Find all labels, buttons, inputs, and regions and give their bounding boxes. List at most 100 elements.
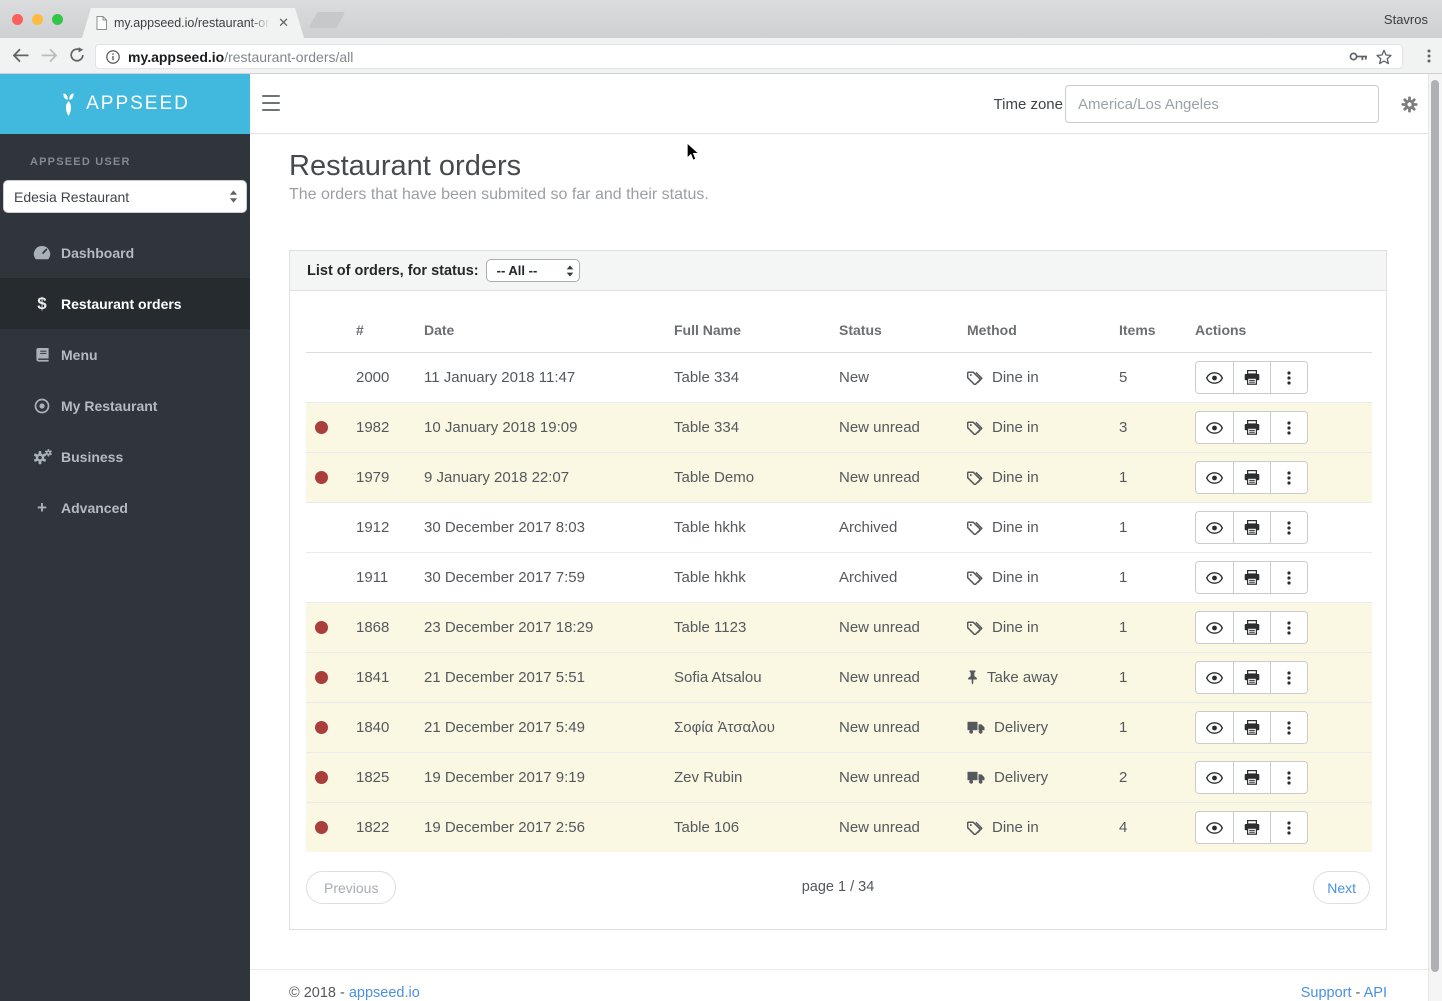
page-subtitle: The orders that have been submited so fa… (289, 186, 709, 203)
eye-icon (1206, 521, 1223, 534)
print-button[interactable] (1233, 662, 1270, 693)
next-page-button[interactable]: Next (1313, 871, 1370, 904)
order-status-cell: New unread (839, 702, 967, 753)
more-actions-button[interactable] (1270, 462, 1307, 493)
appseed-link[interactable]: appseed.io (349, 985, 420, 1001)
browser-tab[interactable]: my.appseed.io/restaurant-ord ✕ (82, 8, 304, 38)
sidebar-item-restaurant-orders[interactable]: $ Restaurant orders (0, 278, 250, 329)
more-actions-button[interactable] (1270, 812, 1307, 843)
bookmark-star-icon[interactable] (1376, 49, 1392, 65)
print-button[interactable] (1233, 512, 1270, 543)
view-button[interactable] (1196, 762, 1233, 793)
unread-dot (315, 721, 328, 734)
status-filter-select[interactable]: -- All -- (485, 259, 580, 282)
order-date-cell: 30 December 2017 7:59 (424, 552, 674, 603)
view-button[interactable] (1196, 812, 1233, 843)
print-button[interactable] (1233, 462, 1270, 493)
order-row: 1979 9 January 2018 22:07 Table Demo New un… (306, 452, 1372, 503)
restaurant-select[interactable]: Edesia Restaurant (3, 180, 247, 213)
more-actions-button[interactable] (1270, 412, 1307, 443)
sidebar-item-dashboard[interactable]: Dashboard (0, 227, 250, 278)
sidebar-item-advanced[interactable]: + Advanced (0, 482, 250, 533)
app-header: APPSEED Time zone (0, 74, 1442, 134)
timezone-label: Time zone (993, 95, 1063, 113)
print-button[interactable] (1233, 812, 1270, 843)
support-link[interactable]: Support (1301, 985, 1352, 1001)
order-name-cell: Table hkhk (674, 552, 839, 603)
order-items-cell: 4 (1119, 802, 1195, 852)
window-close-button[interactable] (12, 14, 23, 25)
order-id-cell: 1979 (346, 452, 424, 503)
window-minimize-button[interactable] (32, 14, 43, 25)
method-label: Delivery (994, 769, 1049, 786)
view-button[interactable] (1196, 612, 1233, 643)
tags-icon (967, 820, 983, 835)
more-actions-button[interactable] (1270, 512, 1307, 543)
order-status-cell: Archived (839, 552, 967, 603)
view-button[interactable] (1196, 462, 1233, 493)
more-actions-button[interactable] (1270, 562, 1307, 593)
reload-icon[interactable] (69, 47, 85, 63)
footer-divider (250, 969, 1428, 970)
truck-icon (967, 771, 985, 784)
back-icon[interactable] (12, 48, 29, 63)
kebab-icon (1287, 520, 1291, 535)
sidebar-section-label: APPSEED USER (30, 156, 131, 168)
view-button[interactable] (1196, 562, 1233, 593)
print-button[interactable] (1233, 762, 1270, 793)
method-label: Dine in (992, 569, 1039, 586)
api-link[interactable]: API (1364, 985, 1387, 1001)
url-path: /restaurant-orders/all (224, 48, 354, 65)
print-button[interactable] (1233, 562, 1270, 593)
settings-gear-icon[interactable] (1401, 95, 1418, 113)
print-button[interactable] (1233, 362, 1270, 393)
eye-icon (1206, 721, 1223, 734)
view-button[interactable] (1196, 412, 1233, 443)
order-method-cell: Dine in (967, 802, 1119, 852)
unread-dot (315, 821, 328, 834)
new-tab-button[interactable] (308, 12, 346, 28)
print-button[interactable] (1233, 612, 1270, 643)
browser-menu-icon[interactable] (1427, 49, 1431, 63)
order-method-cell: Dine in (967, 502, 1119, 553)
info-icon[interactable] (106, 49, 120, 64)
tab-close-icon[interactable]: ✕ (277, 15, 290, 31)
browser-profile-name[interactable]: Stavros (1384, 12, 1428, 27)
sidebar-toggle-icon[interactable] (262, 95, 280, 111)
order-row: 2000 11 January 2018 11:47 Table 334 New Din… (306, 353, 1372, 403)
forward-icon[interactable] (41, 48, 58, 63)
tab-title: my.appseed.io/restaurant-ord (114, 16, 271, 30)
view-button[interactable] (1196, 662, 1233, 693)
view-button[interactable] (1196, 512, 1233, 543)
printer-icon (1244, 820, 1260, 835)
more-actions-button[interactable] (1270, 612, 1307, 643)
previous-page-button[interactable]: Previous (306, 871, 397, 904)
column-header-actions: Actions (1195, 307, 1372, 353)
sidebar-item-business[interactable]: Business (0, 431, 250, 482)
column-header-dot (306, 307, 346, 353)
sidebar-item-label: My Restaurant (61, 397, 158, 414)
order-actions-cell (1195, 652, 1372, 703)
key-icon[interactable] (1349, 51, 1368, 62)
sidebar-item-label: Restaurant orders (61, 295, 182, 312)
more-actions-button[interactable] (1270, 762, 1307, 793)
more-actions-button[interactable] (1270, 662, 1307, 693)
order-actions-cell (1195, 702, 1372, 753)
order-method-cell: Dine in (967, 452, 1119, 503)
scrollbar-thumb[interactable] (1431, 80, 1439, 972)
sidebar-item-my-restaurant[interactable]: My Restaurant (0, 380, 250, 431)
method-label: Dine in (992, 519, 1039, 536)
table-header-row: # Date Full Name Status Method Items Act… (306, 307, 1372, 353)
timezone-input[interactable] (1065, 85, 1379, 123)
more-actions-button[interactable] (1270, 362, 1307, 393)
more-actions-button[interactable] (1270, 712, 1307, 743)
unread-dot-cell (306, 702, 346, 753)
actions-button-group (1195, 561, 1308, 594)
view-button[interactable] (1196, 362, 1233, 393)
window-zoom-button[interactable] (52, 14, 63, 25)
print-button[interactable] (1233, 712, 1270, 743)
view-button[interactable] (1196, 712, 1233, 743)
print-button[interactable] (1233, 412, 1270, 443)
url-bar[interactable]: my.appseed.io/restaurant-orders/all (95, 44, 1403, 69)
sidebar-item-menu[interactable]: Menu (0, 329, 250, 380)
